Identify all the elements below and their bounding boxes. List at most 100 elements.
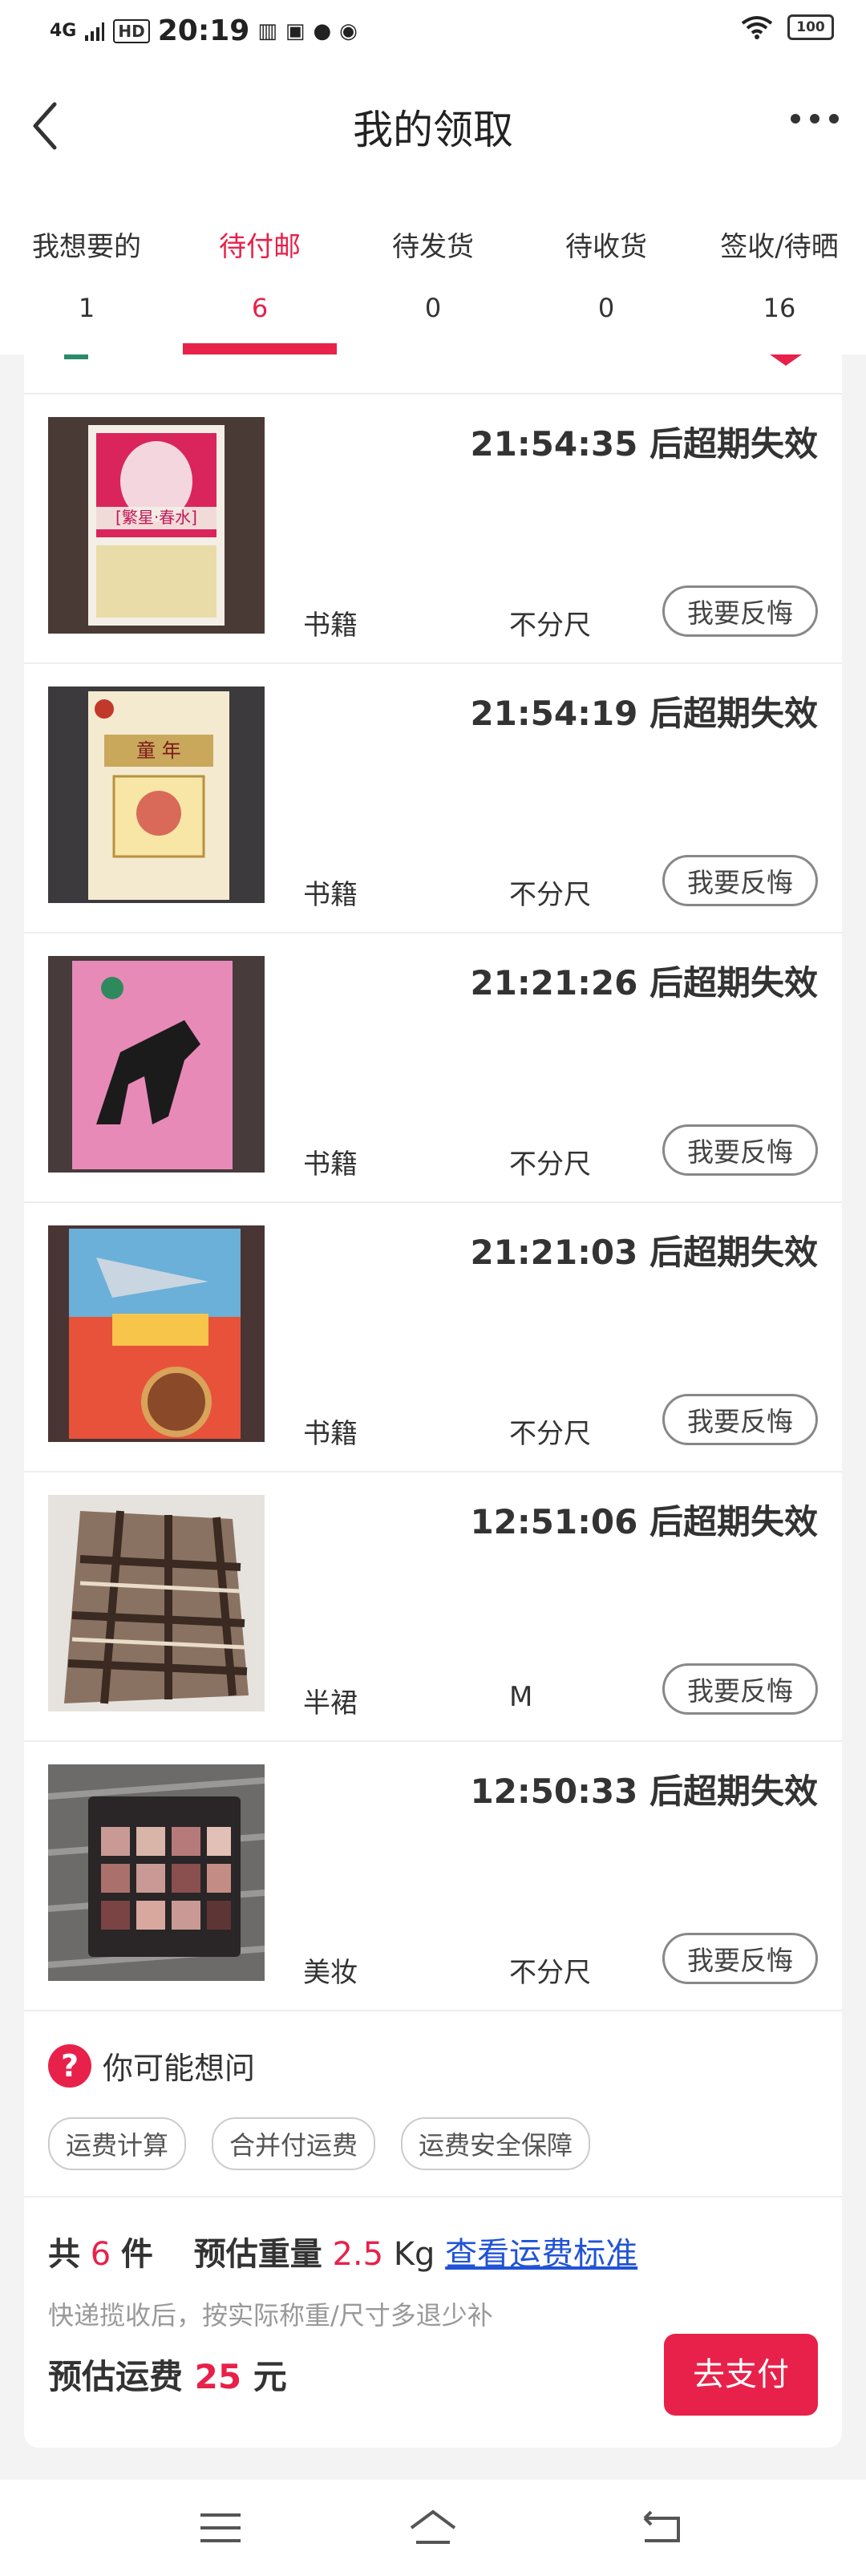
active-tab-indicator	[183, 343, 337, 354]
item-category: 书籍	[303, 879, 358, 911]
estimated-fee: 预估运费 25 元	[48, 2350, 287, 2399]
tab-signed[interactable]: 签收/待晒 16	[693, 186, 866, 354]
expiry-timer: 21:21:26 后超期失效	[470, 963, 818, 1002]
order-card: [繁星·春水] 21:54:35 后超期失效 书籍 不分尺 我要反悔 童 年 2…	[24, 354, 842, 2448]
tab-label: 待发货	[392, 231, 474, 263]
expiry-timer: 12:50:33 后超期失效	[470, 1772, 818, 1811]
faq-header: ? 你可能想问	[48, 2043, 255, 2088]
item-size: 不分尺	[509, 610, 591, 642]
red-tag-icon	[770, 354, 802, 366]
chip-shipping-guarantee[interactable]: 运费安全保障	[401, 2117, 591, 2170]
home-icon[interactable]	[405, 2504, 461, 2552]
faq-title: 你可能想问	[103, 2051, 256, 2086]
book-cover-image[interactable]: 童 年	[48, 687, 265, 903]
tab-count: 6	[251, 293, 269, 323]
list-item[interactable]: 21:21:26 后超期失效 书籍 不分尺 我要反悔	[24, 932, 842, 1203]
item-count: 6	[90, 2236, 111, 2273]
tab-count: 0	[597, 293, 615, 323]
expiry-timer: 21:54:35 后超期失效	[470, 424, 818, 464]
book-cover-image[interactable]	[48, 956, 265, 1173]
hd-badge: HD	[113, 18, 150, 43]
skirt-image[interactable]	[48, 1495, 265, 1711]
item-size: 不分尺	[509, 1148, 591, 1181]
chip-combine-shipping[interactable]: 合并付运费	[212, 2117, 376, 2170]
item-size: 不分尺	[509, 1957, 591, 1989]
item-category: 书籍	[303, 610, 358, 642]
book-cover-image[interactable]: [繁星·春水]	[48, 417, 265, 634]
tab-count: 1	[78, 293, 95, 323]
item-size: M	[509, 1681, 533, 1713]
fee-unit: 元	[253, 2357, 287, 2396]
divider	[24, 2196, 842, 2197]
menu-icon[interactable]	[192, 2504, 249, 2552]
tab-count: 0	[424, 293, 442, 323]
list-item[interactable]: 12:50:33 后超期失效 美妆 不分尺 我要反悔	[24, 1740, 842, 2011]
compass-icon: ◉	[339, 18, 358, 43]
count-suffix: 件	[120, 2236, 153, 2273]
chip-shipping-calc[interactable]: 运费计算	[48, 2117, 187, 2170]
pay-button[interactable]: 去支付	[664, 2334, 818, 2416]
tab-label: 待收货	[565, 231, 647, 263]
wechat-icon: ●	[313, 18, 332, 43]
status-right: 100	[741, 14, 834, 40]
more-dots-icon[interactable]	[791, 114, 839, 124]
back-icon[interactable]	[633, 2504, 690, 2552]
tab-label: 我想要的	[32, 231, 141, 263]
expiry-timer: 21:54:19 后超期失效	[470, 694, 818, 733]
svg-text:[繁星·春水]: [繁星·春水]	[115, 508, 197, 527]
question-icon: ?	[48, 2043, 91, 2088]
iqiyi-icon: ▣	[285, 18, 306, 43]
tab-label: 待付邮	[219, 231, 301, 263]
regret-button[interactable]: 我要反悔	[662, 1663, 818, 1715]
tab-pending-receipt[interactable]: 待收货 0	[520, 186, 693, 354]
fee-value: 25	[194, 2357, 242, 2396]
battery-icon: 100	[787, 14, 834, 40]
status-time: 20:19	[157, 14, 250, 47]
shipping-note: 快递揽收后，按实际称重/尺寸多退少补	[48, 2300, 493, 2331]
tab-wanted[interactable]: 我想要的 1	[0, 186, 173, 354]
tab-bar: 我想要的 1 待付邮 6 待发货 0 待收货 0 签收/待晒 16	[0, 186, 866, 354]
shipping-standard-link[interactable]: 查看运费标准	[445, 2236, 637, 2273]
shop-logo-icon	[64, 354, 88, 359]
weight-label: 预估重量	[193, 2236, 322, 2273]
system-nav-bar	[0, 2480, 866, 2576]
status-left: 4G HD 20:19 ▥ ▣ ● ◉	[50, 14, 358, 47]
book-cover-image[interactable]	[48, 1225, 265, 1442]
book-icon: ▥	[257, 18, 277, 43]
regret-button[interactable]: 我要反悔	[662, 1933, 818, 1984]
expiry-timer: 12:51:06 后超期失效	[470, 1502, 818, 1541]
status-bar: 4G HD 20:19 ▥ ▣ ● ◉ 100	[0, 0, 866, 66]
tab-count: 16	[763, 293, 796, 323]
expiry-timer: 21:21:03 后超期失效	[470, 1233, 818, 1272]
regret-button[interactable]: 我要反悔	[662, 1124, 818, 1176]
item-size: 不分尺	[509, 879, 591, 911]
list-item[interactable]: [繁星·春水] 21:54:35 后超期失效 书籍 不分尺 我要反悔	[24, 393, 842, 664]
regret-button[interactable]: 我要反悔	[662, 855, 818, 906]
tab-pending-postage[interactable]: 待付邮 6	[173, 186, 346, 354]
svg-text:童 年: 童 年	[136, 739, 181, 762]
count-prefix: 共	[48, 2236, 80, 2273]
item-category: 书籍	[303, 1148, 358, 1181]
list-item[interactable]: 12:51:06 后超期失效 半裙 M 我要反悔	[24, 1471, 842, 1742]
item-category: 书籍	[303, 1418, 358, 1450]
fee-label: 预估运费	[48, 2357, 184, 2396]
wifi-icon	[741, 16, 773, 39]
page-title: 我的领取	[353, 107, 513, 153]
item-size: 不分尺	[509, 1418, 591, 1450]
list-item[interactable]: 21:21:03 后超期失效 书籍 不分尺 我要反悔	[24, 1201, 842, 1472]
regret-button[interactable]: 我要反悔	[662, 585, 818, 637]
weight-unit: Kg	[393, 2236, 435, 2273]
item-category: 半裙	[303, 1687, 358, 1719]
card-header-partial	[24, 354, 842, 395]
tab-label: 签收/待晒	[720, 231, 839, 263]
eyeshadow-image[interactable]	[48, 1764, 265, 1981]
tab-pending-shipment[interactable]: 待发货 0	[346, 186, 520, 354]
network-indicator: 4G	[50, 21, 77, 41]
order-summary: 共 6 件 预估重量 2.5 Kg 查看运费标准	[48, 2228, 637, 2274]
regret-button[interactable]: 我要反悔	[662, 1394, 818, 1445]
signal-icon	[85, 22, 105, 41]
list-item[interactable]: 童 年 21:54:19 后超期失效 书籍 不分尺 我要反悔	[24, 662, 842, 934]
item-category: 美妆	[303, 1957, 358, 1989]
weight-value: 2.5	[332, 2236, 384, 2273]
header: 我的领取	[0, 66, 866, 186]
